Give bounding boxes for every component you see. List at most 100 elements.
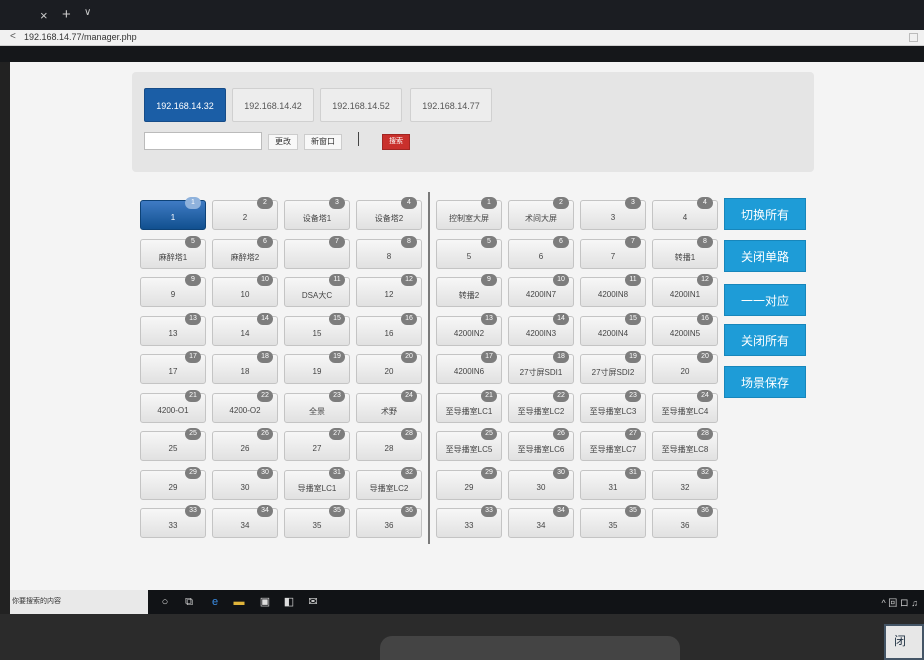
ip-input[interactable] bbox=[144, 132, 262, 150]
search-button[interactable]: 搜索 bbox=[382, 134, 410, 150]
input-channel-button[interactable]: 18 18 bbox=[212, 351, 278, 384]
input-channel-button[interactable]: 17 17 bbox=[140, 351, 206, 384]
input-channel-button[interactable]: 88 bbox=[356, 235, 422, 269]
host-tab[interactable]: 192.168.14.52 bbox=[320, 88, 402, 122]
input-channel-button[interactable]: 24 术野 bbox=[356, 389, 422, 423]
new-tab-icon[interactable]: + bbox=[62, 6, 71, 23]
mail-icon[interactable]: ✉ bbox=[306, 595, 320, 609]
save-scene-button[interactable]: 场景保存 bbox=[724, 366, 806, 398]
output-channel-button[interactable]: 18 27寸屏SDI1 bbox=[508, 351, 574, 384]
output-channel-button[interactable]: 55 bbox=[436, 235, 502, 269]
output-channel-button[interactable]: 9 转播2 bbox=[436, 274, 502, 307]
new-window-button[interactable]: 新窗口 bbox=[304, 134, 342, 150]
edge-icon[interactable]: e bbox=[208, 595, 222, 609]
output-channel-button[interactable]: 27 至导播室LC7 bbox=[580, 428, 646, 461]
input-channel-button[interactable]: 21 4200-O1 bbox=[140, 389, 206, 423]
output-channel-button[interactable]: 10 4200IN7 bbox=[508, 274, 574, 307]
input-channel-button[interactable]: 6 麻醉塔2 bbox=[212, 235, 278, 269]
input-channel-button[interactable]: 22 4200-O2 bbox=[212, 389, 278, 423]
output-channel-button[interactable]: 24 至导播室LC4 bbox=[652, 389, 718, 423]
output-channel-button[interactable]: 77 bbox=[580, 235, 646, 269]
close-all-button[interactable]: 关闭所有 bbox=[724, 324, 806, 356]
input-channel-button[interactable]: 32 导播室LC2 bbox=[356, 466, 422, 500]
output-channel-button[interactable]: 66 bbox=[508, 235, 574, 269]
output-channel-button[interactable]: 35 35 bbox=[580, 505, 646, 538]
host-tab[interactable]: 192.168.14.77 bbox=[410, 88, 492, 122]
input-channel-button[interactable]: 16 16 bbox=[356, 312, 422, 346]
input-channel-button[interactable]: 11 DSA大C bbox=[284, 274, 350, 307]
taskbar-search[interactable]: 你要搜索的内容 bbox=[10, 590, 148, 614]
input-channel-button[interactable]: 99 bbox=[140, 274, 206, 307]
back-icon[interactable]: < bbox=[10, 31, 16, 42]
input-channel-button[interactable]: 10 10 bbox=[212, 274, 278, 307]
output-channel-button[interactable]: 34 34 bbox=[508, 505, 574, 538]
input-channel-button[interactable]: 19 19 bbox=[284, 351, 350, 384]
input-channel-button[interactable]: 28 28 bbox=[356, 428, 422, 461]
host-tab[interactable]: 192.168.14.32 bbox=[144, 88, 226, 122]
tab-close-icon[interactable]: × bbox=[40, 8, 48, 23]
output-channel-button[interactable]: 20 20 bbox=[652, 351, 718, 384]
output-channel-button[interactable]: 25 至导播室LC5 bbox=[436, 428, 502, 461]
output-channel-button[interactable]: 30 30 bbox=[508, 466, 574, 500]
task-view-icon[interactable]: ⧉ bbox=[182, 595, 196, 609]
output-channel-button[interactable]: 33 bbox=[580, 197, 646, 230]
input-channel-button[interactable]: 14 14 bbox=[212, 312, 278, 346]
input-channel-button[interactable]: 12 12 bbox=[356, 274, 422, 307]
output-channel-button[interactable]: 22 至导播室LC2 bbox=[508, 389, 574, 423]
input-channel-button[interactable]: 11 bbox=[140, 197, 206, 230]
input-channel-button[interactable]: 35 35 bbox=[284, 505, 350, 538]
input-channel-button[interactable]: 7 bbox=[284, 235, 350, 269]
output-channel-button[interactable]: 26 至导播室LC6 bbox=[508, 428, 574, 461]
input-channel-button[interactable]: 22 bbox=[212, 197, 278, 230]
output-channel-button[interactable]: 15 4200IN4 bbox=[580, 312, 646, 346]
input-channel-button[interactable]: 27 27 bbox=[284, 428, 350, 461]
input-channel-button[interactable]: 13 13 bbox=[140, 312, 206, 346]
input-channel-button[interactable]: 23 全景 bbox=[284, 389, 350, 423]
store-icon[interactable]: ▣ bbox=[258, 595, 272, 609]
output-channel-button[interactable]: 8 转播1 bbox=[652, 235, 718, 269]
output-channel-button[interactable]: 16 4200IN5 bbox=[652, 312, 718, 346]
input-channel-button[interactable]: 29 29 bbox=[140, 466, 206, 500]
output-channel-button[interactable]: 32 32 bbox=[652, 466, 718, 500]
input-channel-button[interactable]: 30 30 bbox=[212, 466, 278, 500]
file-explorer-icon[interactable]: ▬ bbox=[232, 595, 246, 609]
input-channel-button[interactable]: 5 麻醉塔1 bbox=[140, 235, 206, 269]
system-tray[interactable]: ^ 回 ロ ♫ bbox=[882, 596, 918, 609]
input-channel-button[interactable]: 25 25 bbox=[140, 428, 206, 461]
output-channel-button[interactable]: 1 控制室大屏 bbox=[436, 197, 502, 230]
input-channel-button[interactable]: 20 20 bbox=[356, 351, 422, 384]
output-channel-button[interactable]: 14 4200IN3 bbox=[508, 312, 574, 346]
input-channel-button[interactable]: 34 34 bbox=[212, 505, 278, 538]
switch-all-button[interactable]: 切换所有 bbox=[724, 198, 806, 230]
output-channel-button[interactable]: 19 27寸屏SDI2 bbox=[580, 351, 646, 384]
output-channel-button[interactable]: 13 4200IN2 bbox=[436, 312, 502, 346]
address-url[interactable]: 192.168.14.77/manager.php bbox=[24, 32, 137, 42]
extension-icon[interactable] bbox=[909, 33, 918, 42]
one-to-one-button[interactable]: 一一对应 bbox=[724, 284, 806, 316]
cortana-circle-icon[interactable]: ○ bbox=[158, 595, 172, 609]
output-channel-button[interactable]: 11 4200IN8 bbox=[580, 274, 646, 307]
address-bar[interactable]: < 192.168.14.77/manager.php bbox=[0, 30, 924, 46]
output-channel-button[interactable]: 36 36 bbox=[652, 505, 718, 538]
input-channel-button[interactable]: 31 导播室LC1 bbox=[284, 466, 350, 500]
input-channel-button[interactable]: 4 设备塔2 bbox=[356, 197, 422, 230]
close-single-button[interactable]: 关闭单路 bbox=[724, 240, 806, 272]
output-channel-button[interactable]: 21 至导播室LC1 bbox=[436, 389, 502, 423]
tab-menu-icon[interactable]: ∨ bbox=[84, 7, 91, 18]
output-channel-button[interactable]: 12 4200IN1 bbox=[652, 274, 718, 307]
input-channel-button[interactable]: 15 15 bbox=[284, 312, 350, 346]
output-channel-button[interactable]: 44 bbox=[652, 197, 718, 230]
output-channel-button[interactable]: 2 术间大屏 bbox=[508, 197, 574, 230]
host-tab[interactable]: 192.168.14.42 bbox=[232, 88, 314, 122]
modify-button[interactable]: 更改 bbox=[268, 134, 298, 150]
output-channel-button[interactable]: 28 至导播室LC8 bbox=[652, 428, 718, 461]
input-channel-button[interactable]: 36 36 bbox=[356, 505, 422, 538]
output-channel-button[interactable]: 31 31 bbox=[580, 466, 646, 500]
input-channel-button[interactable]: 26 26 bbox=[212, 428, 278, 461]
output-channel-button[interactable]: 17 4200IN6 bbox=[436, 351, 502, 384]
output-channel-button[interactable]: 23 至导播室LC3 bbox=[580, 389, 646, 423]
input-channel-button[interactable]: 33 33 bbox=[140, 505, 206, 538]
app-icon[interactable]: ◧ bbox=[282, 595, 296, 609]
output-channel-button[interactable]: 29 29 bbox=[436, 466, 502, 500]
output-channel-button[interactable]: 33 33 bbox=[436, 505, 502, 538]
